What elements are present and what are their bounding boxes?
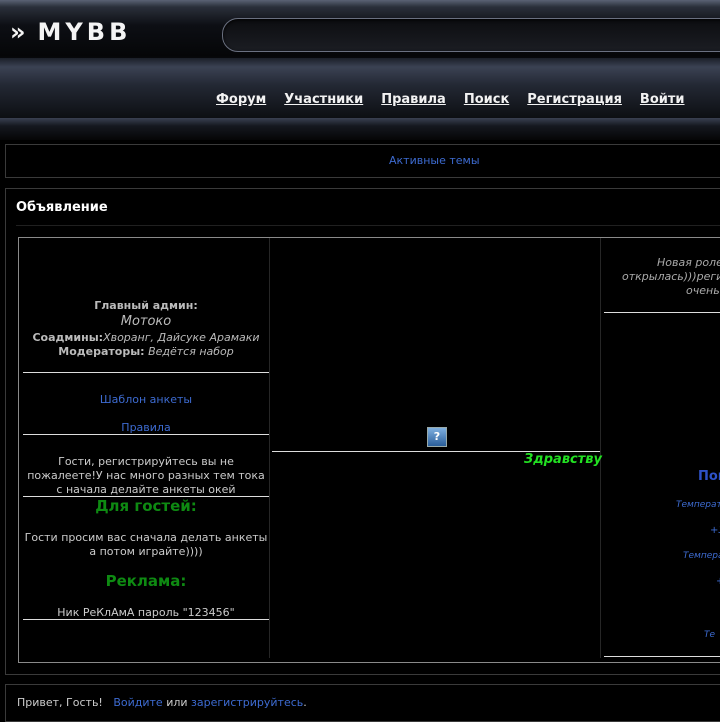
form-template-link[interactable]: Шаблон анкеты xyxy=(23,393,269,406)
header: » MYBB Форум Участники Правила Поиск Реги… xyxy=(0,0,720,140)
nav-forum[interactable]: Форум xyxy=(216,92,266,107)
guest-note-3: с начала делайте анкеты окей xyxy=(56,483,236,496)
header-band xyxy=(0,58,720,118)
ads-heading: Реклама: xyxy=(105,572,187,590)
temp-label-3: Те xyxy=(704,630,716,640)
period-text: . xyxy=(303,696,307,709)
guest-note-2: пожалеете!У нас много разных тем тока xyxy=(27,469,265,482)
active-topics-bar: Активные темы xyxy=(5,144,720,178)
for-guests-text-2: а потом играйте)))) xyxy=(89,545,203,558)
rules-link[interactable]: Правила xyxy=(23,421,269,434)
middle-column: ? Здравству xyxy=(272,238,602,658)
search-bar[interactable] xyxy=(222,18,720,52)
main-admin-label: Главный админ: xyxy=(94,299,198,312)
announcement-panel: Объявление Главный админ: Мотоко Соадмин… xyxy=(5,188,720,675)
divider xyxy=(604,312,720,313)
register-link[interactable]: зарегистрируйтесь xyxy=(191,696,303,709)
coadmins-line: Соадмины:Хворанг, Дайсуке Арамаки xyxy=(32,331,260,344)
question-icon[interactable]: ? xyxy=(427,427,447,447)
divider xyxy=(23,372,269,373)
divider xyxy=(23,619,269,620)
welcome-text: Здравству xyxy=(524,452,602,467)
right-line-2: открылась)))реги xyxy=(622,270,720,283)
for-guests-heading: Для гостей: xyxy=(95,497,197,515)
nav-search[interactable]: Поиск xyxy=(464,92,509,107)
for-guests-text-1: Гости просим вас сначала делать анкеты xyxy=(24,531,268,544)
login-link[interactable]: Войдите xyxy=(113,696,162,709)
temp-label-1: Температ xyxy=(676,500,720,510)
divider xyxy=(16,225,720,226)
right-heading: Пог xyxy=(698,469,720,484)
nav-rules[interactable]: Правила xyxy=(381,92,446,107)
announcement-table: Главный админ: Мотоко Соадмины:Хворанг, … xyxy=(18,237,720,663)
nav-login[interactable]: Войти xyxy=(640,92,685,107)
divider xyxy=(604,656,720,657)
logo-chevron: » xyxy=(10,18,30,46)
moderators-line: Модераторы: Ведётся набор xyxy=(58,345,234,358)
temp-value-2: + xyxy=(716,576,720,587)
active-topics-link[interactable]: Активные темы xyxy=(389,154,480,167)
logo[interactable]: » MYBB xyxy=(10,18,131,48)
guest-note-1: Гости, регистрируйтесь вы не xyxy=(58,455,234,468)
right-column: Новая роле открылась)))реги очень Пог Те… xyxy=(604,238,720,658)
guest-greeting: Привет, Гость! Войдите или зарегистрируй… xyxy=(17,696,307,709)
nav-register[interactable]: Регистрация xyxy=(527,92,622,107)
greeting-text: Привет, Гость! xyxy=(17,696,103,709)
nav-members[interactable]: Участники xyxy=(284,92,363,107)
temp-label-2: Темпера xyxy=(683,551,720,561)
right-line-3: очень xyxy=(686,284,720,297)
logo-text: MYBB xyxy=(37,18,132,46)
main-nav: Форум Участники Правила Поиск Регистраци… xyxy=(216,92,685,107)
divider xyxy=(23,434,269,435)
announcement-title: Объявление xyxy=(16,200,108,215)
right-line-1: Новая роле xyxy=(657,256,720,269)
temp-value-1: +3 xyxy=(710,525,720,536)
ads-text: Ник РеКлАмА пароль "123456" xyxy=(57,606,235,619)
left-column: Главный админ: Мотоко Соадмины:Хворанг, … xyxy=(23,238,270,658)
footer-bar: Привет, Гость! Войдите или зарегистрируй… xyxy=(5,684,720,722)
main-admin-name: Мотоко xyxy=(120,314,172,329)
or-text: или xyxy=(166,696,188,709)
